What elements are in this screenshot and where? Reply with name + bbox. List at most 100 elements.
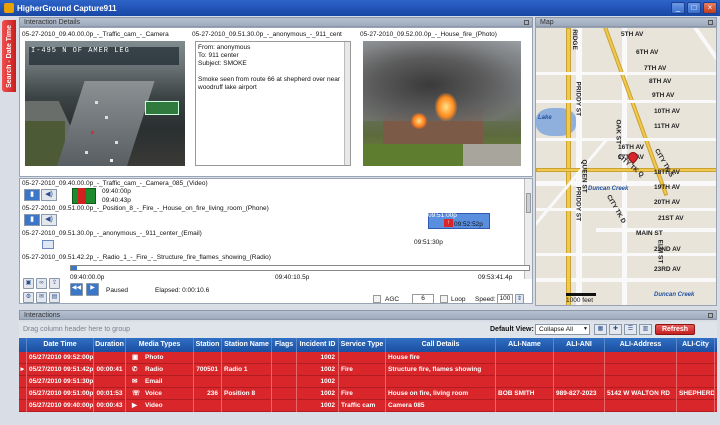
pin-icon[interactable] [708,313,713,318]
grid-icon[interactable]: ▦ [594,324,607,335]
col-header[interactable]: Call Details [386,338,496,352]
table-cell-service: Fire [339,364,386,376]
timeline-track-email[interactable]: 05-27-2010_09.51.30.0p_-_anonymous_-_911… [22,230,522,249]
table-cell-media: ▣ Photo [126,352,194,364]
street-label: 5TH AV [621,31,644,38]
table-cell-media: ☏ Voice [126,388,194,400]
col-header[interactable]: ALI-Name [496,338,554,352]
columns-icon[interactable]: ▥ [639,324,652,335]
default-view-dropdown[interactable]: Collapse All ▼ [535,324,590,335]
col-header[interactable]: Flags [272,338,297,352]
timeline-scrollbar[interactable] [524,179,532,279]
map-view[interactable]: Lake 5TH AV 6TH AV 7TH AV 8TH AV 9TH AV … [535,27,717,306]
table-row[interactable]: 05/27/2010 09:40:00p 00:00:43 ▶ Video 1002 Tr… [19,400,717,412]
table-cell-flags [272,376,297,388]
col-header[interactable]: Station Name [222,338,272,352]
mail-icon[interactable]: ✉ [36,292,47,303]
table-cell-date: 05/27/2010 09:40:00p [27,400,94,412]
loop-checkbox[interactable] [440,295,448,303]
add-icon[interactable]: ✚ [609,324,622,335]
email-icon[interactable] [42,240,54,249]
default-view-label: Default View: [490,326,534,333]
export-icon[interactable]: ⇪ [49,278,60,289]
speed-spinner-icon[interactable]: ⇕ [515,294,524,304]
segment-end-time: 09:40:43p [102,197,131,204]
street-label: 23RD AV [654,266,681,273]
agc-checkbox[interactable] [373,295,381,303]
pin-icon[interactable] [524,20,529,25]
table-cell-media: ✉ Email [126,376,194,388]
table-cell-duration [94,376,126,388]
table-cell-station-name [222,376,272,388]
speaker-icon[interactable]: ◀) [41,189,57,201]
traffic-camera-image: I-495 N OF AMER LEG [25,41,185,166]
list-icon[interactable]: ☰ [624,324,637,335]
interaction-details-header: Interaction Details [19,17,533,27]
table-cell-station [194,376,222,388]
table-row[interactable]: 05/27/2010 09:51:30p ✉ Email 1002 [19,376,717,388]
seek-handle[interactable] [71,266,77,270]
table-cell-ali-ani: 989-827-2023 [554,388,605,400]
timeline-track-phone[interactable]: 05-27-2010_09.51.00.0p_-_Position_8_-_Fi… [22,205,522,229]
table-cell-ali-address [605,400,677,412]
maximize-button[interactable]: □ [687,2,701,14]
timeline-end: 09:53:41.4p [478,274,513,281]
col-header[interactable]: Service Type [339,338,386,352]
camera-overlay-text: I-495 N OF AMER LEG [31,47,130,55]
col-header[interactable]: Media Types [126,338,194,352]
table-cell-ali-name [496,376,554,388]
document-icon[interactable]: ▤ [49,292,60,303]
table-row[interactable]: 05/27/2010 09:51:00p 00:01:53 ☏ Voice 236 Pos… [19,388,717,400]
speaker-icon[interactable]: ◀) [41,214,57,226]
col-header[interactable]: ALI-ANI [554,338,605,352]
search-date-time-tab[interactable]: Search - Date Time [2,20,16,92]
segment-end-time: 09:52:52p [454,221,483,228]
radio-icon: ✆ [132,366,138,373]
media-type-label: Voice [145,390,162,397]
close-button[interactable]: × [703,2,717,14]
flag-icon[interactable]: ↑ [444,219,453,227]
street-label: 11TH AV [654,123,680,130]
street-label: 9TH AV [652,92,675,99]
col-header[interactable]: ALI-Address [605,338,677,352]
refresh-button[interactable]: Refresh [655,324,695,335]
table-cell-ali-address [605,364,677,376]
table-row[interactable]: ► 05/27/2010 09:51:42p 00:00:41 ✆ Radio 70050… [19,364,717,376]
interactions-title: Interactions [24,312,61,319]
phone-track-icon[interactable]: ▮ [24,214,40,226]
loop-label: Loop [451,296,466,303]
camera-media-tile[interactable]: 05-27-2010_09.40.00.0p_-_Traffic_cam_-_C… [22,31,188,172]
email-scrollbar[interactable] [344,42,350,165]
col-header[interactable]: Duration [94,338,126,352]
minimize-button[interactable]: _ [671,2,685,14]
email-media-tile[interactable]: 05-27-2010_09.51.30.0p_-_anonymous_-_911… [192,31,356,172]
email-text: Smoke seen from route 66 at shepherd ove… [198,76,340,91]
rewind-button[interactable]: ◀◀ [70,283,83,296]
pin-icon[interactable] [708,20,713,25]
play-button[interactable]: ▶ [86,283,99,296]
col-header[interactable]: Station [194,338,222,352]
agc-input[interactable]: 6 [412,294,434,304]
table-cell-details [386,376,496,388]
table-cell-incident: 1002 [297,376,339,388]
playback-seekbar[interactable] [70,265,530,271]
table-row[interactable]: 05/27/2010 09:52:00p ▣ Photo 1002 House fire [19,352,717,364]
col-header[interactable]: Date Time [27,338,94,352]
link-icon[interactable]: ∞ [36,278,47,289]
table-cell-details: House fire [386,352,496,364]
speed-input[interactable]: 100 [497,294,513,304]
photo-media-tile[interactable]: 05-27-2010_09.52.00.0p_-_House_fire_(Pho… [360,31,526,172]
street-label: 6TH AV [636,49,659,56]
lake-label: Lake [538,115,552,121]
settings-icon[interactable]: ⚙ [23,292,34,303]
save-icon[interactable]: ▣ [23,278,34,289]
timeline-track-radio[interactable]: 05-27-2010_09.51.42.2p_-_Radio_1_-_Fire_… [22,254,522,262]
col-header[interactable]: ALI-City [677,338,715,352]
video-track-icon[interactable]: ▮ [24,189,40,201]
table-cell-station [194,352,222,364]
timeline-track-video[interactable]: 05-27-2010_09.40.00.0p_-_Traffic_cam_-_C… [22,180,522,204]
track-label: 05-27-2010_09.40.00.0p_-_Traffic_cam_-_C… [22,180,208,187]
media-type-label: Photo [145,354,164,361]
elapsed-time: Elapsed: 0:00:10.6 [155,287,210,294]
col-header[interactable]: Incident ID [297,338,339,352]
